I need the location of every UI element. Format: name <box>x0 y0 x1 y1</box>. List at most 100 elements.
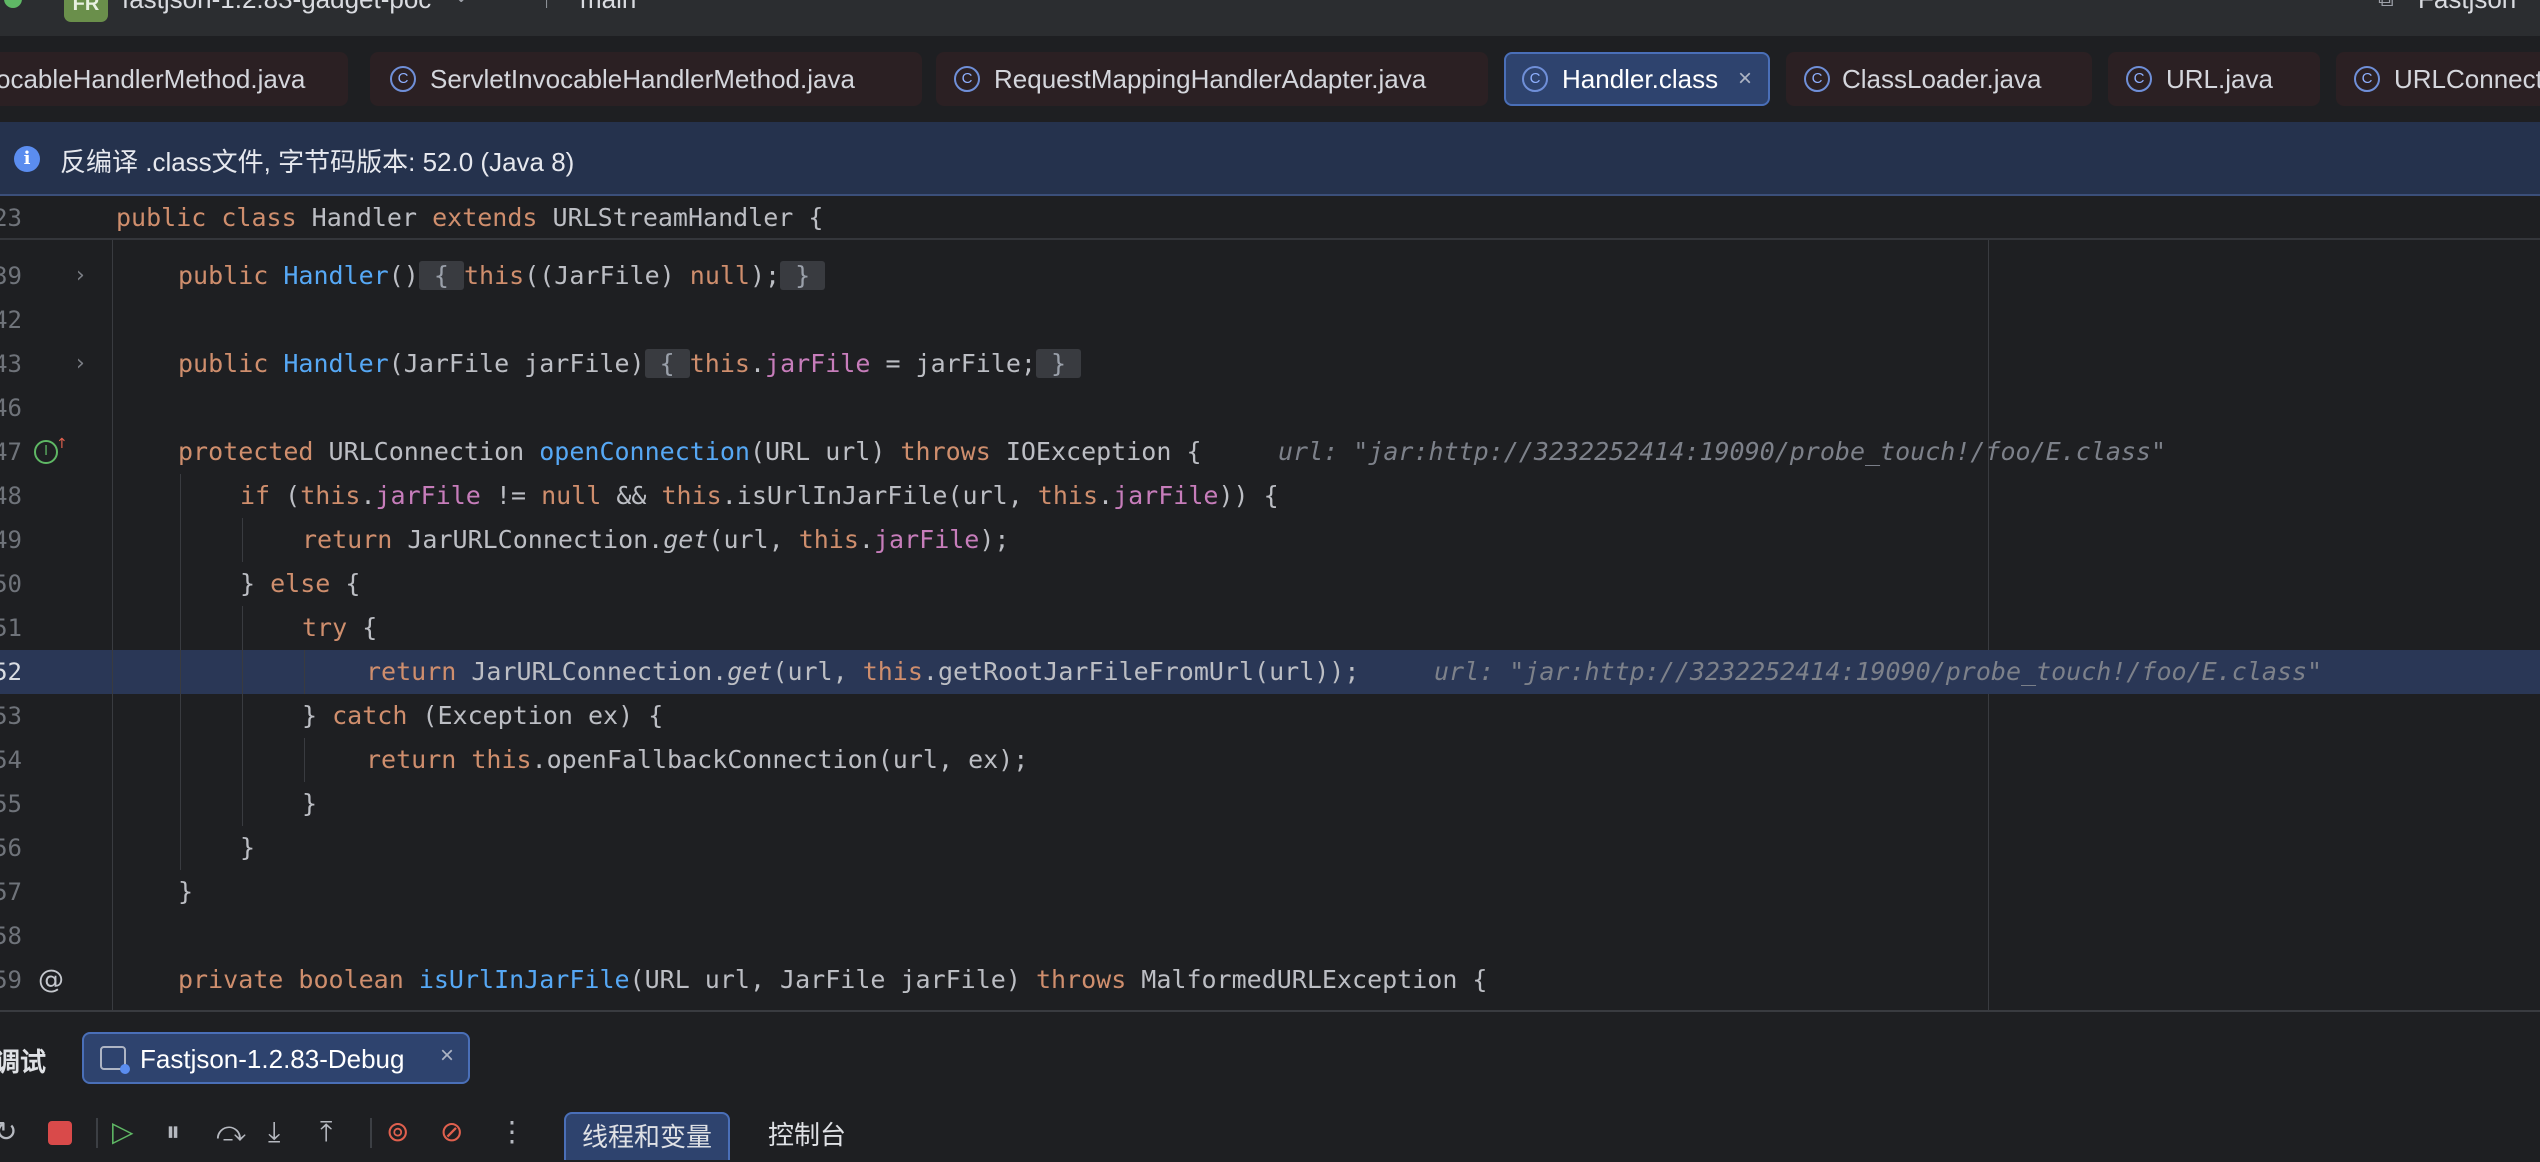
line-number: 59 <box>0 966 22 994</box>
project-name[interactable]: fastjson-1.2.83-gadget-poc <box>122 0 431 15</box>
line-number: 39 <box>0 262 22 290</box>
tab-request-mapping-handler-adapter[interactable]: C RequestMappingHandlerAdapter.java <box>936 52 1488 106</box>
line-number: 51 <box>0 614 22 642</box>
step-over-icon[interactable]: ⤼ <box>216 1112 246 1152</box>
tab-handler-class[interactable]: C Handler.class × <box>1504 52 1770 106</box>
code-line-47[interactable]: 47 I ↑ protected URLConnection openConnec… <box>0 430 2540 474</box>
tab-label: ServletInvocableHandlerMethod.java <box>430 64 855 94</box>
line-number: 50 <box>0 570 22 598</box>
tab-label: URL.java <box>2166 64 2273 94</box>
run-config-name[interactable]: Fastjson <box>2418 0 2516 15</box>
resume-icon[interactable]: ▷ <box>112 1112 134 1152</box>
tab-servlet-invocable-handler-method[interactable]: C ServletInvocableHandlerMethod.java <box>370 52 922 106</box>
debug-session-label: Fastjson-1.2.83-Debug <box>140 1044 405 1074</box>
branch-name[interactable]: main <box>580 0 636 15</box>
mute-breakpoints-icon[interactable]: ⊘ <box>440 1112 463 1152</box>
class-icon: C <box>1804 66 1830 92</box>
code-text: } else { <box>240 569 361 598</box>
chevron-right-icon[interactable]: › <box>76 254 85 298</box>
line-number: 58 <box>0 922 22 950</box>
code-text: return this.openFallbackConnection(url, … <box>366 745 1029 774</box>
tab-label: URLConnect <box>2394 64 2540 94</box>
code-text: } catch (Exception ex) { <box>302 701 664 730</box>
tab-url-connection[interactable]: C URLConnect <box>2336 52 2540 106</box>
override-method-icon[interactable]: I ↑ <box>34 436 68 464</box>
code-text: } <box>240 833 256 862</box>
code-line-58[interactable]: 58 <box>0 914 2540 958</box>
indent-guide <box>304 738 305 782</box>
line-number: 47 <box>0 438 22 466</box>
more-options-icon[interactable]: ⋮ <box>498 1112 526 1152</box>
tab-url-java[interactable]: C URL.java <box>2108 52 2320 106</box>
code-line-49[interactable]: 49 return JarURLConnection.get(url, this… <box>0 518 2540 562</box>
chevron-down-icon[interactable]: ⌄ <box>452 0 470 8</box>
code-text: public Handler(JarFile jarFile) { this.j… <box>178 349 1082 378</box>
indent-guide <box>112 240 113 1010</box>
code-line-52-current[interactable]: 52 return JarURLConnection.get(url, this… <box>0 650 2540 694</box>
code-line-46[interactable]: 46 <box>0 386 2540 430</box>
line-number: 55 <box>0 790 22 818</box>
code-line-42[interactable]: 42 <box>0 298 2540 342</box>
code-text: return JarURLConnection.get(url, this.ja… <box>302 525 1010 554</box>
indent-guide <box>242 606 243 826</box>
code-text: try { <box>302 613 378 642</box>
view-breakpoints-icon[interactable]: ⊚ <box>386 1112 409 1152</box>
code-text: } <box>302 789 318 818</box>
inline-debug-hint: url: "jar:http://3232252414:19090/probe_… <box>1278 437 2167 466</box>
code-line-43[interactable]: 43 › public Handler(JarFile jarFile) { t… <box>0 342 2540 386</box>
code-line-56[interactable]: 56 } <box>0 826 2540 870</box>
code-line-48[interactable]: 48 if (this.jarFile != null && this.isUr… <box>0 474 2540 518</box>
pause-icon[interactable]: ⏸ <box>166 1112 180 1152</box>
line-number: 52 <box>0 658 22 686</box>
line-number: 42 <box>0 306 22 334</box>
run-config-icon[interactable]: ⧉ <box>2378 0 2394 12</box>
line-number: 43 <box>0 350 22 378</box>
code-line-53[interactable]: 53 } catch (Exception ex) { <box>0 694 2540 738</box>
tab-label: ClassLoader.java <box>1842 64 2042 94</box>
chevron-right-icon[interactable]: › <box>76 342 85 386</box>
tab-class-loader[interactable]: C ClassLoader.java <box>1786 52 2092 106</box>
stop-icon[interactable] <box>48 1121 72 1145</box>
close-icon[interactable]: × <box>1738 52 1752 106</box>
code-text: public Handler() { this((JarFile) null);… <box>178 261 826 290</box>
line-number: 53 <box>0 702 22 730</box>
line-number: 56 <box>0 834 22 862</box>
tab-invocable-handler-method[interactable]: ocableHandlerMethod.java <box>0 52 348 106</box>
project-badge[interactable]: FR <box>64 0 108 22</box>
annotation-icon[interactable]: @ <box>38 958 64 1002</box>
code-line-55[interactable]: 55 } <box>0 782 2540 826</box>
code-line-57[interactable]: 57 } <box>0 870 2540 914</box>
line-number: 49 <box>0 526 22 554</box>
code-line-51[interactable]: 51 try { <box>0 606 2540 650</box>
tab-threads-variables[interactable]: 线程和变量 <box>564 1112 731 1160</box>
debug-session-tab[interactable]: Fastjson-1.2.83-Debug × <box>82 1032 470 1084</box>
close-icon[interactable]: × <box>440 1042 454 1070</box>
debug-session-icon <box>100 1046 130 1074</box>
code-line-39[interactable]: 39 › public Handler() { this((JarFile) n… <box>0 254 2540 298</box>
tab-label: ocableHandlerMethod.java <box>0 64 306 94</box>
code-text: protected URLConnection openConnection(U… <box>178 437 1202 466</box>
class-icon: C <box>1522 66 1548 92</box>
info-icon: i <box>14 146 40 172</box>
code-line-59[interactable]: 59 @ private boolean isUrlInJarFile(URL … <box>0 958 2540 1002</box>
title-bar: FR fastjson-1.2.83-gadget-poc ⌄ ᛘ main ⧉… <box>0 0 2540 36</box>
code-text: } <box>178 877 194 906</box>
toolbar-separator <box>96 1118 98 1148</box>
debug-title: 调试 <box>0 1047 47 1077</box>
step-out-icon[interactable]: ⤒ <box>320 1112 332 1152</box>
tab-label: Handler.class <box>1562 64 1719 94</box>
window-control-icon[interactable] <box>4 0 22 8</box>
class-icon: C <box>2126 66 2152 92</box>
sticky-class-header[interactable]: 23 public class Handler extends URLStrea… <box>0 196 2540 240</box>
code-editor[interactable]: 23 public class Handler extends URLStrea… <box>0 196 2540 1010</box>
decompiled-info-banner: i 反编译 .class文件, 字节码版本: 52.0 (Java 8) <box>0 122 2540 196</box>
code-text: return JarURLConnection.get(url, this.ge… <box>366 657 1360 686</box>
branch-icon[interactable]: ᛘ <box>540 0 553 12</box>
step-into-icon[interactable]: ⤓ <box>268 1112 280 1152</box>
code-line-54[interactable]: 54 return this.openFallbackConnection(ur… <box>0 738 2540 782</box>
code-line-50[interactable]: 50 } else { <box>0 562 2540 606</box>
rerun-icon[interactable]: ↻ <box>0 1112 17 1152</box>
inline-debug-hint: url: "jar:http://3232252414:19090/probe_… <box>1434 657 2323 686</box>
line-number: 54 <box>0 746 22 774</box>
tab-console[interactable]: 控制台 <box>752 1112 862 1158</box>
